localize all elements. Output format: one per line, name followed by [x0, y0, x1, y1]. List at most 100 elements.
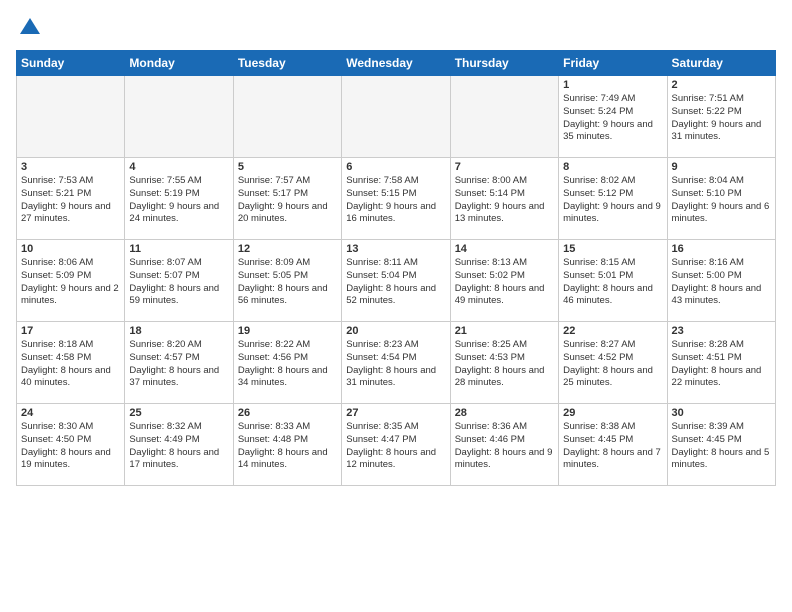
day-info: Sunrise: 8:38 AMSunset: 4:45 PMDaylight:…	[563, 421, 662, 472]
calendar-cell: 23 Sunrise: 8:28 AMSunset: 4:51 PMDayligh…	[667, 322, 775, 404]
calendar-cell: 1 Sunrise: 7:49 AMSunset: 5:24 PMDaylight…	[559, 76, 667, 158]
day-info: Sunrise: 8:13 AMSunset: 5:02 PMDaylight:…	[455, 257, 554, 308]
day-info: Sunrise: 8:06 AMSunset: 5:09 PMDaylight:…	[21, 257, 120, 308]
day-number: 2	[672, 79, 771, 91]
day-number: 18	[129, 325, 228, 337]
day-info: Sunrise: 7:49 AMSunset: 5:24 PMDaylight:…	[563, 93, 662, 144]
calendar-cell: 10 Sunrise: 8:06 AMSunset: 5:09 PMDayligh…	[17, 240, 125, 322]
weekday-header-sunday: Sunday	[17, 51, 125, 76]
day-info: Sunrise: 7:53 AMSunset: 5:21 PMDaylight:…	[21, 175, 120, 226]
day-number: 17	[21, 325, 120, 337]
day-number: 12	[238, 243, 337, 255]
weekday-header-thursday: Thursday	[450, 51, 558, 76]
calendar-cell: 13 Sunrise: 8:11 AMSunset: 5:04 PMDayligh…	[342, 240, 450, 322]
day-info: Sunrise: 7:58 AMSunset: 5:15 PMDaylight:…	[346, 175, 445, 226]
calendar-cell: 16 Sunrise: 8:16 AMSunset: 5:00 PMDayligh…	[667, 240, 775, 322]
calendar-cell: 21 Sunrise: 8:25 AMSunset: 4:53 PMDayligh…	[450, 322, 558, 404]
day-number: 10	[21, 243, 120, 255]
calendar-cell: 7Sunrise: 8:00 AMSunset: 5:14 PMDaylight…	[450, 158, 558, 240]
week-row-1: 1 Sunrise: 7:49 AMSunset: 5:24 PMDaylight…	[17, 76, 776, 158]
logo-icon	[18, 16, 42, 40]
day-number: 22	[563, 325, 662, 337]
day-number: 26	[238, 407, 337, 419]
calendar-cell	[342, 76, 450, 158]
day-info: Sunrise: 8:30 AMSunset: 4:50 PMDaylight:…	[21, 421, 120, 472]
weekday-header-monday: Monday	[125, 51, 233, 76]
calendar-cell: 9 Sunrise: 8:04 AMSunset: 5:10 PMDaylight…	[667, 158, 775, 240]
day-info: Sunrise: 8:23 AMSunset: 4:54 PMDaylight:…	[346, 339, 445, 390]
page-container: SundayMondayTuesdayWednesdayThursdayFrid…	[0, 0, 792, 494]
day-number: 15	[563, 243, 662, 255]
day-number: 6	[346, 161, 445, 173]
calendar-cell: 24 Sunrise: 8:30 AMSunset: 4:50 PMDayligh…	[17, 404, 125, 486]
header	[16, 16, 776, 40]
day-number: 30	[672, 407, 771, 419]
day-info: Sunrise: 8:35 AMSunset: 4:47 PMDaylight:…	[346, 421, 445, 472]
calendar-cell	[17, 76, 125, 158]
day-number: 3	[21, 161, 120, 173]
calendar-cell: 8 Sunrise: 8:02 AMSunset: 5:12 PMDaylight…	[559, 158, 667, 240]
calendar-cell	[233, 76, 341, 158]
calendar-cell: 2 Sunrise: 7:51 AMSunset: 5:22 PMDaylight…	[667, 76, 775, 158]
day-info: Sunrise: 8:20 AMSunset: 4:57 PMDaylight:…	[129, 339, 228, 390]
calendar-cell: 3 Sunrise: 7:53 AMSunset: 5:21 PMDaylight…	[17, 158, 125, 240]
calendar-cell: 27Sunrise: 8:35 AMSunset: 4:47 PMDayligh…	[342, 404, 450, 486]
day-number: 1	[563, 79, 662, 91]
day-info: Sunrise: 8:32 AMSunset: 4:49 PMDaylight:…	[129, 421, 228, 472]
day-number: 28	[455, 407, 554, 419]
calendar-cell: 22Sunrise: 8:27 AMSunset: 4:52 PMDayligh…	[559, 322, 667, 404]
day-info: Sunrise: 8:00 AMSunset: 5:14 PMDaylight:…	[455, 175, 554, 226]
day-info: Sunrise: 8:07 AMSunset: 5:07 PMDaylight:…	[129, 257, 228, 308]
day-info: Sunrise: 8:39 AMSunset: 4:45 PMDaylight:…	[672, 421, 771, 472]
calendar-cell: 20 Sunrise: 8:23 AMSunset: 4:54 PMDayligh…	[342, 322, 450, 404]
weekday-header-wednesday: Wednesday	[342, 51, 450, 76]
day-number: 29	[563, 407, 662, 419]
day-number: 23	[672, 325, 771, 337]
weekday-header-saturday: Saturday	[667, 51, 775, 76]
calendar-cell: 26 Sunrise: 8:33 AMSunset: 4:48 PMDayligh…	[233, 404, 341, 486]
day-number: 20	[346, 325, 445, 337]
weekday-header-row: SundayMondayTuesdayWednesdayThursdayFrid…	[17, 51, 776, 76]
week-row-5: 24 Sunrise: 8:30 AMSunset: 4:50 PMDayligh…	[17, 404, 776, 486]
calendar-cell: 15Sunrise: 8:15 AMSunset: 5:01 PMDayligh…	[559, 240, 667, 322]
day-number: 11	[129, 243, 228, 255]
day-info: Sunrise: 8:11 AMSunset: 5:04 PMDaylight:…	[346, 257, 445, 308]
day-info: Sunrise: 8:04 AMSunset: 5:10 PMDaylight:…	[672, 175, 771, 226]
calendar-table: SundayMondayTuesdayWednesdayThursdayFrid…	[16, 50, 776, 486]
week-row-3: 10 Sunrise: 8:06 AMSunset: 5:09 PMDayligh…	[17, 240, 776, 322]
week-row-4: 17 Sunrise: 8:18 AMSunset: 4:58 PMDayligh…	[17, 322, 776, 404]
calendar-cell: 12 Sunrise: 8:09 AMSunset: 5:05 PMDayligh…	[233, 240, 341, 322]
day-info: Sunrise: 8:18 AMSunset: 4:58 PMDaylight:…	[21, 339, 120, 390]
day-number: 25	[129, 407, 228, 419]
day-number: 16	[672, 243, 771, 255]
day-info: Sunrise: 8:09 AMSunset: 5:05 PMDaylight:…	[238, 257, 337, 308]
calendar-cell: 30 Sunrise: 8:39 AMSunset: 4:45 PMDayligh…	[667, 404, 775, 486]
day-number: 4	[129, 161, 228, 173]
day-number: 9	[672, 161, 771, 173]
calendar-cell: 29 Sunrise: 8:38 AMSunset: 4:45 PMDayligh…	[559, 404, 667, 486]
calendar-cell: 28 Sunrise: 8:36 AMSunset: 4:46 PMDayligh…	[450, 404, 558, 486]
day-info: Sunrise: 8:02 AMSunset: 5:12 PMDaylight:…	[563, 175, 662, 226]
day-info: Sunrise: 8:36 AMSunset: 4:46 PMDaylight:…	[455, 421, 554, 472]
day-number: 14	[455, 243, 554, 255]
day-number: 24	[21, 407, 120, 419]
day-number: 5	[238, 161, 337, 173]
day-info: Sunrise: 7:55 AMSunset: 5:19 PMDaylight:…	[129, 175, 228, 226]
day-info: Sunrise: 8:16 AMSunset: 5:00 PMDaylight:…	[672, 257, 771, 308]
day-number: 21	[455, 325, 554, 337]
day-info: Sunrise: 8:22 AMSunset: 4:56 PMDaylight:…	[238, 339, 337, 390]
day-info: Sunrise: 8:33 AMSunset: 4:48 PMDaylight:…	[238, 421, 337, 472]
weekday-header-tuesday: Tuesday	[233, 51, 341, 76]
day-info: Sunrise: 7:51 AMSunset: 5:22 PMDaylight:…	[672, 93, 771, 144]
day-info: Sunrise: 7:57 AMSunset: 5:17 PMDaylight:…	[238, 175, 337, 226]
day-number: 13	[346, 243, 445, 255]
calendar-cell: 11 Sunrise: 8:07 AMSunset: 5:07 PMDayligh…	[125, 240, 233, 322]
day-number: 8	[563, 161, 662, 173]
calendar-cell: 14 Sunrise: 8:13 AMSunset: 5:02 PMDayligh…	[450, 240, 558, 322]
day-info: Sunrise: 8:25 AMSunset: 4:53 PMDaylight:…	[455, 339, 554, 390]
day-info: Sunrise: 8:28 AMSunset: 4:51 PMDaylight:…	[672, 339, 771, 390]
logo	[16, 16, 42, 40]
calendar-cell: 17 Sunrise: 8:18 AMSunset: 4:58 PMDayligh…	[17, 322, 125, 404]
calendar-cell	[125, 76, 233, 158]
weekday-header-friday: Friday	[559, 51, 667, 76]
